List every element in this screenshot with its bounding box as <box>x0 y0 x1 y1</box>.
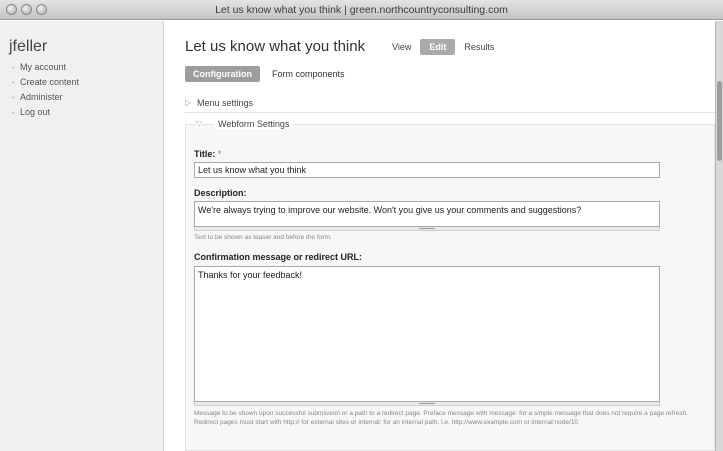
tab-results[interactable]: Results <box>455 39 503 55</box>
confirmation-textarea[interactable]: Thanks for your feedback! <box>194 266 660 402</box>
scrollbar-thumb[interactable] <box>717 81 722 161</box>
menu-settings-legend[interactable]: Menu settings <box>197 98 253 108</box>
page-tabs: View Edit Results <box>383 39 503 55</box>
title-input[interactable]: Let us know what you think <box>194 162 660 178</box>
confirmation-label: Confirmation message or redirect URL: <box>194 252 363 262</box>
bullet-icon: • <box>12 65 15 72</box>
subtab-configuration[interactable]: Configuration <box>185 66 260 82</box>
sidebar-item-label: My account <box>20 62 67 72</box>
required-mark: * <box>217 149 222 159</box>
window-titlebar: Let us know what you think | green.north… <box>0 0 723 20</box>
confirmation-help-text: Message to be shown upon successful subm… <box>194 410 688 426</box>
webform-settings-legend[interactable]: Webform Settings <box>214 119 294 129</box>
browser-window: Let us know what you think | green.north… <box>0 0 723 451</box>
page-title: Let us know what you think <box>185 38 366 55</box>
sub-tabs: Configuration Form components <box>185 66 357 82</box>
sidebar-item-label: Administer <box>20 92 63 102</box>
window-title: Let us know what you think | green.north… <box>215 4 508 16</box>
sidebar-item-my-account[interactable]: • My account <box>12 60 79 75</box>
webform-settings-fieldset: ▽ Webform Settings Title: * Let us know … <box>185 119 715 451</box>
menu-settings-fieldset[interactable]: ▷ Menu settings <box>185 95 715 113</box>
expand-triangle-icon: ▷ <box>185 98 192 107</box>
bullet-icon: • <box>12 80 15 87</box>
sidebar: jfeller • My account • Create content • Adm… <box>0 21 164 451</box>
bullet-icon: • <box>12 110 15 117</box>
sidebar-username: jfeller <box>9 38 48 55</box>
description-resize-grip[interactable] <box>194 227 660 231</box>
description-label: Description: <box>194 188 247 198</box>
sidebar-item-administer[interactable]: • Administer <box>12 90 79 105</box>
main-content: Let us know what you think View Edit Res… <box>165 21 720 451</box>
subtab-form-components[interactable]: Form components <box>264 66 353 82</box>
title-label-text: Title: <box>194 149 216 159</box>
bullet-icon: • <box>12 95 15 102</box>
tab-edit[interactable]: Edit <box>420 39 456 55</box>
sidebar-item-create-content[interactable]: • Create content <box>12 75 79 90</box>
confirmation-resize-grip[interactable] <box>194 402 660 406</box>
tab-view[interactable]: View <box>383 39 420 55</box>
sidebar-item-log-out[interactable]: • Log out <box>12 105 79 120</box>
sidebar-nav: • My account • Create content • Administer … <box>12 60 79 120</box>
collapse-triangle-icon: ▽ <box>196 119 203 128</box>
vertical-scrollbar[interactable] <box>715 21 723 451</box>
description-textarea[interactable]: We're always trying to improve our websi… <box>194 201 660 227</box>
title-label: Title: * <box>194 149 221 159</box>
sidebar-item-label: Create content <box>20 77 80 87</box>
description-help-text: Text to be shown as teaser and before th… <box>194 234 332 241</box>
sidebar-item-label: Log out <box>20 107 51 117</box>
